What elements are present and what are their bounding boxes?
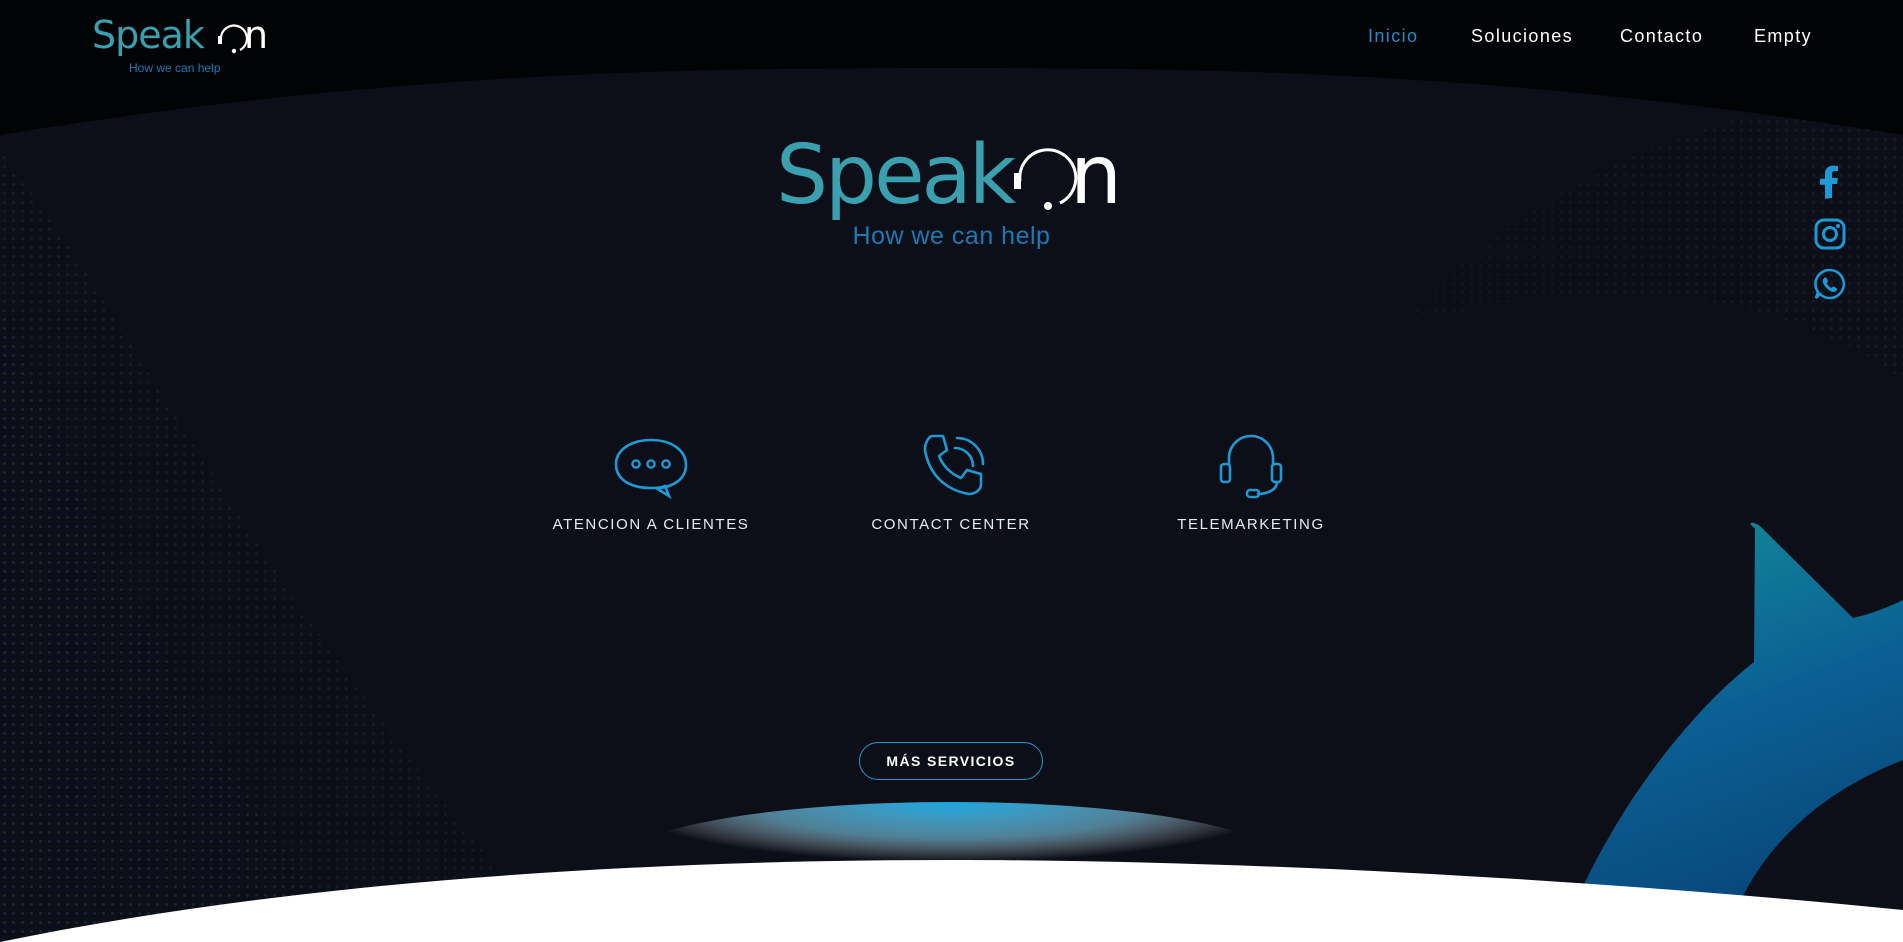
phone-call-icon	[923, 434, 985, 496]
service-label: ATENCION A CLIENTES	[552, 516, 750, 533]
instagram-icon[interactable]	[1812, 216, 1848, 252]
service-telemarketing[interactable]: TELEMARKETING	[1121, 430, 1381, 533]
hero-headset-o-icon	[1014, 148, 1078, 210]
headset-icon	[1219, 434, 1283, 499]
hero-logo-n: n	[1070, 135, 1122, 223]
mas-servicios-button[interactable]: MÁS SERVICIOS	[859, 742, 1043, 780]
nav-inicio[interactable]: Inicio	[1368, 26, 1418, 47]
hero-tagline: How we can help	[852, 222, 1051, 250]
header-tagline: How we can help	[129, 61, 221, 75]
service-atencion-clientes[interactable]: ATENCION A CLIENTES	[521, 430, 781, 533]
nav-empty[interactable]: Empty	[1754, 26, 1812, 47]
hero-logo-word: Speak	[776, 135, 1017, 223]
service-contact-center[interactable]: CONTACT CENTER	[821, 430, 1081, 533]
chat-bubble-icon	[614, 438, 688, 500]
nav-soluciones[interactable]: Soluciones	[1471, 26, 1573, 47]
main-nav: Inicio Soluciones Contacto Empty	[0, 26, 1903, 50]
service-label: TELEMARKETING	[1177, 516, 1325, 533]
service-label: CONTACT CENTER	[871, 516, 1031, 533]
whatsapp-icon[interactable]	[1812, 266, 1848, 302]
nav-contacto[interactable]: Contacto	[1620, 26, 1703, 47]
facebook-icon[interactable]	[1812, 164, 1848, 200]
